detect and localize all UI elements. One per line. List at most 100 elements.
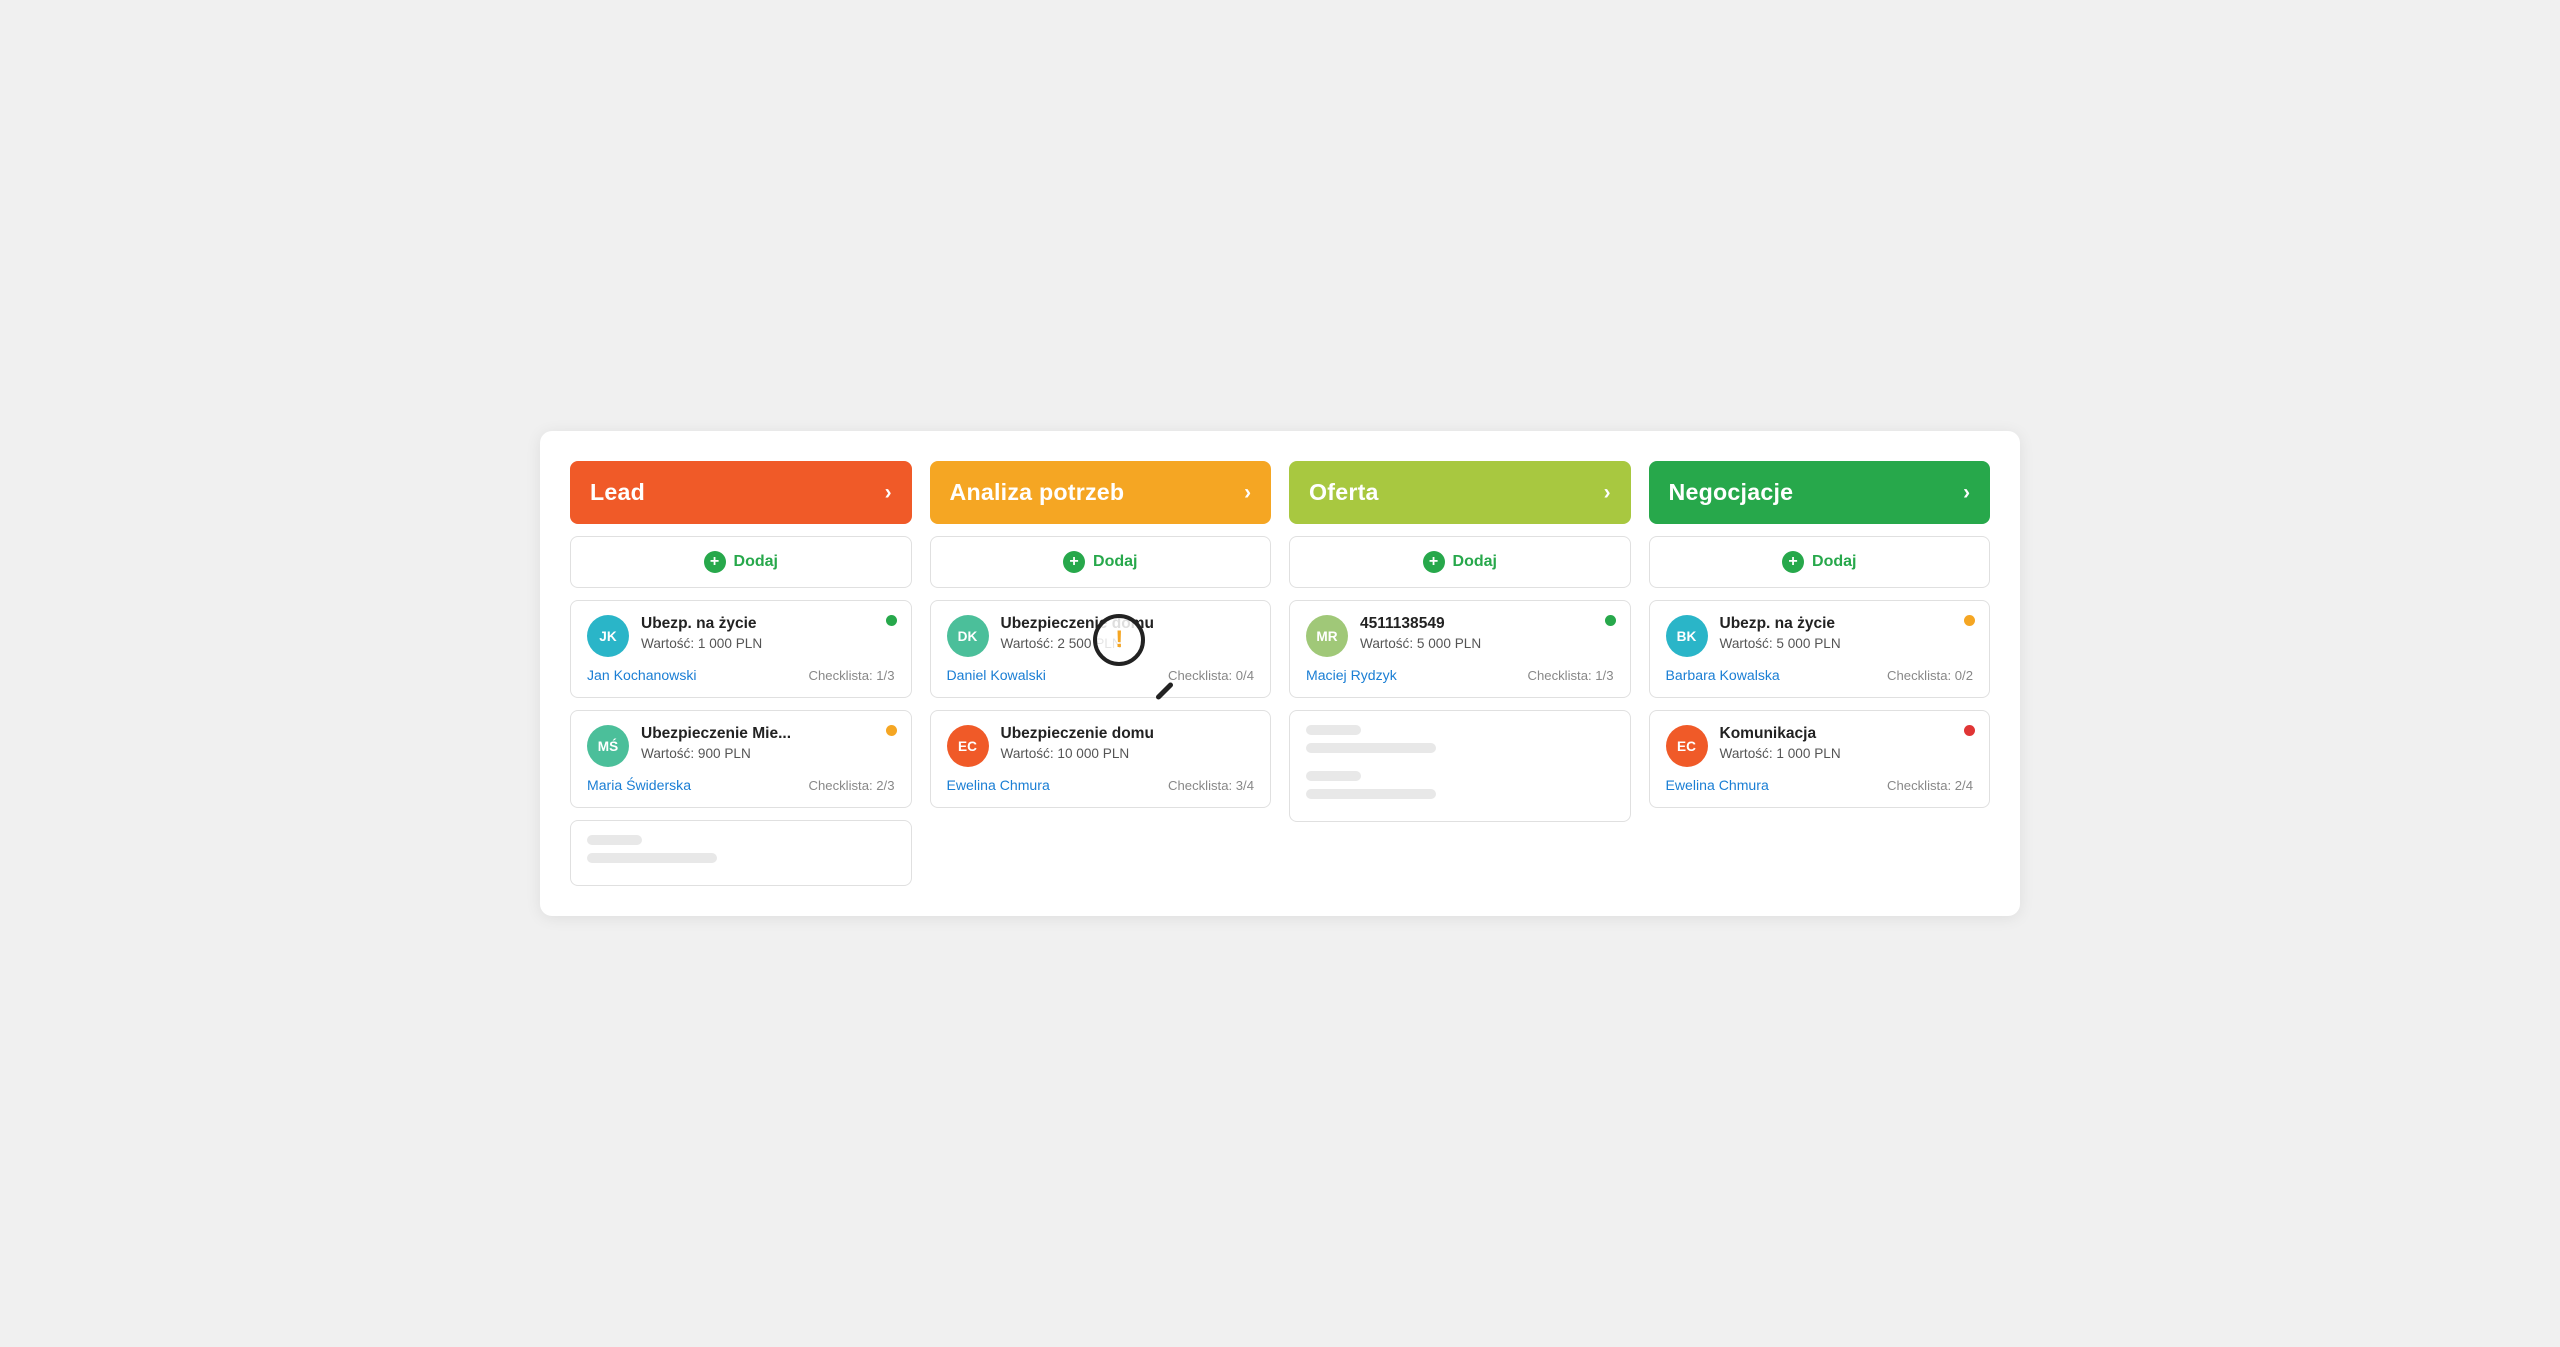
deal-checklist-mr: Checklista: 1/3	[1528, 668, 1614, 683]
board-container: Lead › + Dodaj JK Ubezp. na życie Wartoś…	[540, 431, 2020, 916]
card-top-bk: BK Ubezp. na życie Wartość: 5 000 PLN	[1666, 615, 1974, 657]
deal-value-ms: Wartość: 900 PLN	[641, 746, 895, 761]
deal-info-ms: Ubezpieczenie Mie... Wartość: 900 PLN	[641, 725, 895, 761]
add-icon-analiza: +	[1063, 551, 1085, 573]
add-card-oferta[interactable]: + Dodaj	[1289, 536, 1631, 588]
deal-value-mr: Wartość: 5 000 PLN	[1360, 636, 1614, 651]
column-title-lead: Lead	[590, 479, 645, 506]
add-icon-lead: +	[704, 551, 726, 573]
avatar-bk: BK	[1666, 615, 1708, 657]
card-bottom-dk: Daniel Kowalski Checklista: 0/4	[947, 667, 1255, 683]
deal-info-ec: Ubezpieczenie domu Wartość: 10 000 PLN	[1001, 725, 1255, 761]
column-oferta: Oferta › + Dodaj MR 4511138549 Wartość: …	[1289, 461, 1631, 886]
placeholder-line	[587, 835, 642, 845]
deal-title-ec: Ubezpieczenie domu	[1001, 725, 1255, 743]
deal-title-mr: 4511138549	[1360, 615, 1614, 633]
placeholder-line	[1306, 789, 1436, 799]
avatar-ms: MŚ	[587, 725, 629, 767]
placeholder-card-oferta	[1289, 710, 1631, 822]
deal-person-ms[interactable]: Maria Świderska	[587, 777, 691, 793]
deal-value-dk: Wartość: 2 500 PLN	[1001, 636, 1255, 651]
card-bottom-jk: Jan Kochanowski Checklista: 1/3	[587, 667, 895, 683]
add-card-analiza[interactable]: + Dodaj	[930, 536, 1272, 588]
deal-person-ec2[interactable]: Ewelina Chmura	[1666, 777, 1769, 793]
column-header-lead[interactable]: Lead ›	[570, 461, 912, 524]
deal-value-jk: Wartość: 1 000 PLN	[641, 636, 895, 651]
placeholder-line	[1306, 771, 1361, 781]
column-title-negocjacje: Negocjacje	[1669, 479, 1794, 506]
deal-info-dk: Ubezpieczenie domu Wartość: 2 500 PLN	[1001, 615, 1255, 651]
deal-value-bk: Wartość: 5 000 PLN	[1720, 636, 1974, 651]
deal-title-jk: Ubezp. na życie	[641, 615, 895, 633]
add-card-lead[interactable]: + Dodaj	[570, 536, 912, 588]
card-top-jk: JK Ubezp. na życie Wartość: 1 000 PLN	[587, 615, 895, 657]
status-dot-mr	[1605, 615, 1616, 626]
avatar-jk: JK	[587, 615, 629, 657]
add-label-negocjacje: Dodaj	[1812, 553, 1856, 571]
card-bottom-ec: Ewelina Chmura Checklista: 3/4	[947, 777, 1255, 793]
card-bottom-mr: Maciej Rydzyk Checklista: 1/3	[1306, 667, 1614, 683]
deal-person-mr[interactable]: Maciej Rydzyk	[1306, 667, 1397, 683]
add-label-analiza: Dodaj	[1093, 553, 1137, 571]
deal-card-mr[interactable]: MR 4511138549 Wartość: 5 000 PLN Maciej …	[1289, 600, 1631, 698]
deal-checklist-dk: Checklista: 0/4	[1168, 668, 1254, 683]
deal-card-jk[interactable]: JK Ubezp. na życie Wartość: 1 000 PLN Ja…	[570, 600, 912, 698]
add-icon-negocjacje: +	[1782, 551, 1804, 573]
column-title-oferta: Oferta	[1309, 479, 1379, 506]
column-lead: Lead › + Dodaj JK Ubezp. na życie Wartoś…	[570, 461, 912, 886]
deal-info-jk: Ubezp. na życie Wartość: 1 000 PLN	[641, 615, 895, 651]
placeholder-line	[1306, 725, 1361, 735]
deal-value-ec2: Wartość: 1 000 PLN	[1720, 746, 1974, 761]
deal-info-bk: Ubezp. na życie Wartość: 5 000 PLN	[1720, 615, 1974, 651]
status-dot-jk	[886, 615, 897, 626]
deal-title-ec2: Komunikacja	[1720, 725, 1974, 743]
deal-title-ms: Ubezpieczenie Mie...	[641, 725, 895, 743]
status-dot-bk	[1964, 615, 1975, 626]
card-top-ec2: EC Komunikacja Wartość: 1 000 PLN	[1666, 725, 1974, 767]
column-header-analiza[interactable]: Analiza potrzeb ›	[930, 461, 1272, 524]
add-card-negocjacje[interactable]: + Dodaj	[1649, 536, 1991, 588]
magnifier-handle	[1155, 681, 1174, 700]
deal-person-dk[interactable]: Daniel Kowalski	[947, 667, 1046, 683]
deal-person-ec[interactable]: Ewelina Chmura	[947, 777, 1050, 793]
column-header-negocjacje[interactable]: Negocjacje ›	[1649, 461, 1991, 524]
add-icon-oferta: +	[1423, 551, 1445, 573]
placeholder-card-lead	[570, 820, 912, 886]
deal-checklist-jk: Checklista: 1/3	[809, 668, 895, 683]
card-bottom-bk: Barbara Kowalska Checklista: 0/2	[1666, 667, 1974, 683]
column-analiza: Analiza potrzeb › + Dodaj DK Ubezpieczen…	[930, 461, 1272, 886]
placeholder-line	[1306, 743, 1436, 753]
deal-checklist-ec: Checklista: 3/4	[1168, 778, 1254, 793]
add-label-oferta: Dodaj	[1453, 553, 1497, 571]
deal-value-ec: Wartość: 10 000 PLN	[1001, 746, 1255, 761]
avatar-ec: EC	[947, 725, 989, 767]
deal-checklist-bk: Checklista: 0/2	[1887, 668, 1973, 683]
column-arrow-oferta: ›	[1604, 481, 1611, 505]
deal-title-bk: Ubezp. na życie	[1720, 615, 1974, 633]
deal-person-bk[interactable]: Barbara Kowalska	[1666, 667, 1780, 683]
card-bottom-ms: Maria Świderska Checklista: 2/3	[587, 777, 895, 793]
card-top-ms: MŚ Ubezpieczenie Mie... Wartość: 900 PLN	[587, 725, 895, 767]
avatar-mr: MR	[1306, 615, 1348, 657]
card-bottom-ec2: Ewelina Chmura Checklista: 2/4	[1666, 777, 1974, 793]
add-label-lead: Dodaj	[734, 553, 778, 571]
avatar-dk: DK	[947, 615, 989, 657]
avatar-ec2: EC	[1666, 725, 1708, 767]
deal-info-mr: 4511138549 Wartość: 5 000 PLN	[1360, 615, 1614, 651]
kanban-board: Lead › + Dodaj JK Ubezp. na życie Wartoś…	[570, 461, 1990, 886]
card-top-mr: MR 4511138549 Wartość: 5 000 PLN	[1306, 615, 1614, 657]
status-dot-ec2	[1964, 725, 1975, 736]
column-header-oferta[interactable]: Oferta ›	[1289, 461, 1631, 524]
deal-card-dk[interactable]: DK Ubezpieczenie domu Wartość: 2 500 PLN…	[930, 600, 1272, 698]
deal-card-bk[interactable]: BK Ubezp. na życie Wartość: 5 000 PLN Ba…	[1649, 600, 1991, 698]
deal-info-ec2: Komunikacja Wartość: 1 000 PLN	[1720, 725, 1974, 761]
deal-checklist-ec2: Checklista: 2/4	[1887, 778, 1973, 793]
deal-card-ec2[interactable]: EC Komunikacja Wartość: 1 000 PLN Ewelin…	[1649, 710, 1991, 808]
column-arrow-analiza: ›	[1244, 481, 1251, 505]
deal-checklist-ms: Checklista: 2/3	[809, 778, 895, 793]
deal-card-ms[interactable]: MŚ Ubezpieczenie Mie... Wartość: 900 PLN…	[570, 710, 912, 808]
deal-person-jk[interactable]: Jan Kochanowski	[587, 667, 697, 683]
column-title-analiza: Analiza potrzeb	[950, 479, 1125, 506]
column-arrow-lead: ›	[885, 481, 892, 505]
deal-card-ec[interactable]: EC Ubezpieczenie domu Wartość: 10 000 PL…	[930, 710, 1272, 808]
